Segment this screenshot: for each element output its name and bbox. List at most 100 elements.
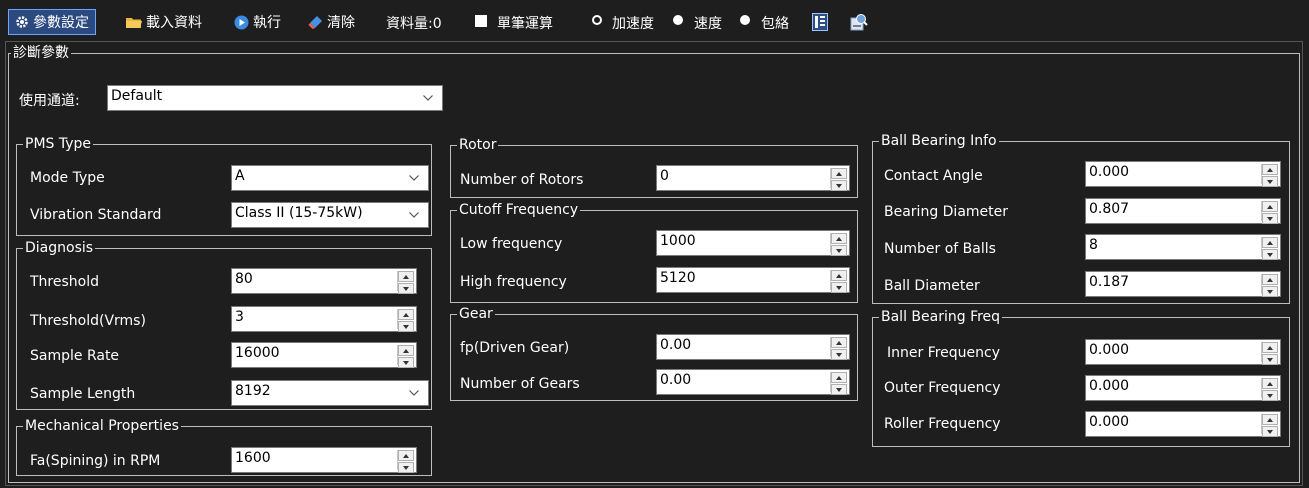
vibration-standard-select[interactable]: Class II (15-75kW): [231, 202, 429, 228]
outer-frequency-label: Outer Frequency: [884, 380, 1001, 396]
spin-down-icon[interactable]: [1262, 176, 1278, 187]
threshold-value: 80: [235, 271, 253, 287]
bearing-freq-title: Ball Bearing Freq: [879, 308, 1003, 326]
fa-input[interactable]: 1600: [231, 447, 417, 473]
threshold-spinner[interactable]: [397, 271, 414, 294]
spin-up-icon[interactable]: [831, 168, 847, 179]
spin-up-icon[interactable]: [398, 345, 414, 356]
radio-accel[interactable]: [592, 15, 602, 25]
spin-down-icon[interactable]: [831, 245, 847, 256]
spin-up-icon[interactable]: [398, 271, 414, 282]
fa-value: 1600: [235, 450, 271, 466]
radio-velocity[interactable]: [673, 15, 683, 25]
spin-up-icon[interactable]: [398, 309, 414, 320]
spin-up-icon[interactable]: [831, 372, 847, 383]
threshold-vrms-input[interactable]: 3: [231, 306, 417, 332]
contact-angle-spinner[interactable]: [1261, 164, 1278, 187]
mode-type-select[interactable]: A: [231, 165, 429, 191]
bearing-diameter-value: 0.807: [1089, 201, 1130, 217]
sample-rate-input[interactable]: 16000: [231, 342, 417, 368]
table-icon[interactable]: [812, 9, 828, 35]
num-balls-label: Number of Balls: [884, 241, 996, 257]
spin-down-icon[interactable]: [398, 283, 414, 294]
fp-input[interactable]: 0.00: [656, 334, 850, 360]
load-data-button[interactable]: 載入資料: [120, 9, 208, 35]
clear-button-label: 清除: [327, 15, 355, 31]
threshold-input[interactable]: 80: [231, 268, 417, 294]
threshold-vrms-spinner[interactable]: [397, 309, 414, 332]
fa-spinner[interactable]: [397, 450, 414, 473]
num-gears-spinner[interactable]: [830, 372, 847, 395]
spin-down-icon[interactable]: [398, 357, 414, 368]
spin-down-icon[interactable]: [831, 384, 847, 395]
spin-down-icon[interactable]: [1262, 286, 1278, 297]
num-gears-input[interactable]: 0.00: [656, 369, 850, 395]
spin-up-icon[interactable]: [1262, 237, 1278, 248]
spin-up-icon[interactable]: [398, 450, 414, 461]
contact-angle-input[interactable]: 0.000: [1085, 161, 1281, 187]
low-frequency-input[interactable]: 1000: [656, 230, 850, 256]
roller-frequency-value: 0.000: [1089, 414, 1130, 430]
spin-down-icon[interactable]: [1262, 213, 1278, 224]
num-rotors-spinner[interactable]: [830, 168, 847, 191]
channel-select[interactable]: Default: [107, 85, 443, 111]
run-button[interactable]: 執行: [228, 9, 287, 35]
high-frequency-input[interactable]: 5120: [656, 267, 850, 293]
vibration-standard-label: Vibration Standard: [30, 207, 162, 223]
params-button[interactable]: 參數設定: [8, 9, 96, 35]
run-button-label: 執行: [253, 15, 281, 31]
num-gears-value: 0.00: [660, 372, 692, 388]
num-balls-spinner[interactable]: [1261, 237, 1278, 260]
spin-up-icon[interactable]: [1262, 201, 1278, 212]
mode-type-value: A: [235, 168, 245, 184]
high-frequency-spinner[interactable]: [830, 270, 847, 293]
inner-frequency-input[interactable]: 0.000: [1085, 339, 1281, 365]
outer-frequency-input[interactable]: 0.000: [1085, 375, 1281, 401]
spin-up-icon[interactable]: [1262, 414, 1278, 425]
sample-length-select[interactable]: 8192: [231, 380, 429, 406]
spin-up-icon[interactable]: [831, 233, 847, 244]
spin-up-icon[interactable]: [831, 270, 847, 281]
threshold-vrms-value: 3: [235, 309, 244, 325]
fa-label: Fa(Spining) in RPM: [30, 453, 161, 469]
spin-down-icon[interactable]: [398, 462, 414, 473]
spin-up-icon[interactable]: [1262, 342, 1278, 353]
outer-frequency-value: 0.000: [1089, 378, 1130, 394]
clear-button[interactable]: 清除: [302, 9, 361, 35]
spin-up-icon[interactable]: [1262, 274, 1278, 285]
sample-rate-spinner[interactable]: [397, 345, 414, 368]
toolbar: 參數設定 載入資料 執行 清除 資料量:0 單筆運算 加速度 速度 包絡: [0, 0, 1309, 40]
spin-down-icon[interactable]: [831, 282, 847, 293]
ball-diameter-spinner[interactable]: [1261, 274, 1278, 297]
report-icon[interactable]: [850, 9, 868, 35]
outer-frequency-spinner[interactable]: [1261, 378, 1278, 401]
roller-frequency-spinner[interactable]: [1261, 414, 1278, 437]
radio-envelope[interactable]: [740, 15, 750, 25]
threshold-vrms-label: Threshold(Vrms): [30, 313, 146, 329]
single-calc-checkbox[interactable]: [475, 15, 487, 27]
inner-frequency-spinner[interactable]: [1261, 342, 1278, 365]
radio-envelope-label: 包絡: [761, 16, 789, 32]
spin-down-icon[interactable]: [1262, 426, 1278, 437]
channel-label: 使用通道:: [19, 93, 80, 109]
ball-diameter-input[interactable]: 0.187: [1085, 271, 1281, 297]
num-balls-input[interactable]: 8: [1085, 234, 1281, 260]
spin-down-icon[interactable]: [831, 180, 847, 191]
bearing-diameter-input[interactable]: 0.807: [1085, 198, 1281, 224]
spin-down-icon[interactable]: [1262, 249, 1278, 260]
spin-up-icon[interactable]: [1262, 164, 1278, 175]
spin-down-icon[interactable]: [1262, 390, 1278, 401]
fp-spinner[interactable]: [830, 337, 847, 360]
spin-down-icon[interactable]: [398, 321, 414, 332]
diagnosis-title: Diagnosis: [23, 239, 96, 257]
gear-title: Gear: [457, 305, 495, 323]
spin-up-icon[interactable]: [831, 337, 847, 348]
low-frequency-spinner[interactable]: [830, 233, 847, 256]
num-rotors-input[interactable]: 0: [656, 165, 850, 191]
spin-down-icon[interactable]: [1262, 354, 1278, 365]
bearing-diameter-spinner[interactable]: [1261, 201, 1278, 224]
roller-frequency-input[interactable]: 0.000: [1085, 411, 1281, 437]
fp-value: 0.00: [660, 337, 692, 353]
spin-up-icon[interactable]: [1262, 378, 1278, 389]
spin-down-icon[interactable]: [831, 349, 847, 360]
